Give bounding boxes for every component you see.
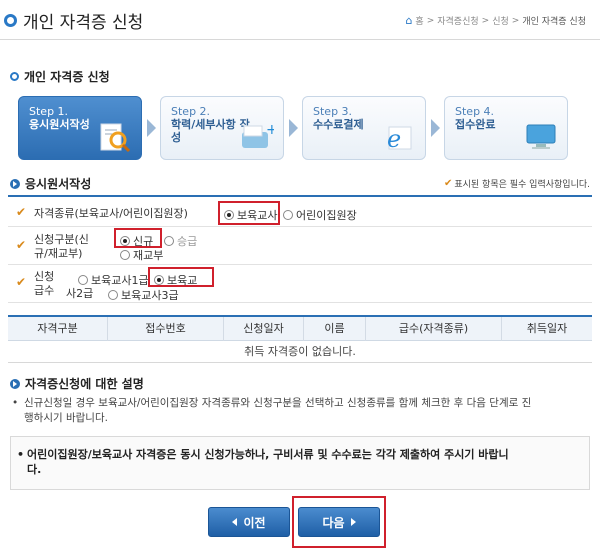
prev-button[interactable]: 이전 — [208, 507, 290, 537]
notice-box: • 어린이집원장/보육교사 자격증은 동시 신청가능하나, 구비서류 및 수수료… — [10, 436, 590, 490]
radio-icon[interactable] — [78, 275, 88, 285]
step-2: Step 2. 학력/세부사항 작성 + — [160, 96, 284, 160]
col-receipt-no: 접수번호 — [108, 317, 224, 341]
radio-apply-upgrade[interactable]: 승급 — [164, 233, 197, 249]
table-empty-message: 취득 자격증이 없습니다. — [8, 341, 592, 363]
apply-type-label: 신청구분(신 규/재교부) — [34, 233, 89, 260]
apply-grade-label: 신청 급수 — [34, 270, 55, 297]
col-name: 이름 — [304, 317, 366, 341]
header-divider — [0, 39, 600, 40]
radio-grade-2[interactable]: 보육교 — [154, 272, 197, 288]
col-acquire-date: 취득일자 — [526, 322, 568, 335]
description-text: • 신규신청일 경우 보육교사/어린이집원장 자격종류와 신청구분을 선택하고 … — [12, 397, 532, 424]
document-search-icon — [97, 121, 133, 153]
radio-cert-director[interactable]: 어린이집원장 — [283, 207, 357, 223]
breadcrumb-current: 개인 자격증 신청 — [522, 17, 586, 27]
section-title: 개인 자격증 신청 — [10, 68, 110, 85]
bullet-icon: • — [17, 448, 25, 461]
col-apply-date: 신청일자 — [224, 317, 304, 341]
step-4: Step 4. 접수완료 — [444, 96, 568, 160]
required-check-icon: ✔ — [16, 275, 27, 289]
description-title: 자격증신청에 대한 설명 — [10, 375, 144, 392]
browser-e-icon: e — [381, 121, 417, 153]
grade-2-label-wrap: 사2급 — [66, 287, 94, 300]
radio-grade-1[interactable]: 보육교사1급 — [78, 272, 149, 288]
step-1: Step 1. 응시원서작성 — [18, 96, 142, 160]
radio-icon[interactable] — [283, 210, 293, 220]
step-3: Step 3. 수수료결제 e — [302, 96, 426, 160]
check-icon: ✔ — [443, 178, 453, 189]
radio-selected-icon[interactable] — [120, 236, 130, 246]
radio-apply-reissue[interactable]: 재교부 — [120, 247, 163, 263]
section-circle-icon — [10, 72, 19, 81]
arrow-left-icon — [232, 518, 238, 526]
radio-selected-icon[interactable] — [224, 210, 234, 220]
svg-text:e: e — [387, 125, 401, 153]
radio-icon[interactable] — [120, 250, 130, 260]
title-circle-icon — [4, 14, 17, 27]
col-grade: 급수(자격종류) — [366, 317, 502, 341]
breadcrumb: ⌂ 홈 > 자격증신청 > 신청 > 개인 자격증 신청 — [405, 14, 586, 27]
cert-table-header: 자격구분 접수번호 신청일자 이름 급수(자격종류) 취득일자 — [8, 315, 592, 341]
section-bullet-icon — [10, 178, 20, 189]
row-divider — [8, 302, 592, 303]
required-check-icon: ✔ — [16, 205, 27, 219]
cert-type-label: 자격종류(보육교사/어린이집원장) — [34, 207, 188, 220]
bullet-icon: • — [12, 397, 19, 409]
row-divider — [8, 226, 592, 227]
radio-icon[interactable] — [164, 236, 174, 246]
radio-icon[interactable] — [108, 290, 118, 300]
breadcrumb-cert-apply[interactable]: 자격증신청 — [437, 14, 478, 27]
step-arrow-icon — [289, 119, 298, 137]
svg-text:+: + — [266, 122, 274, 138]
radio-selected-icon[interactable] — [154, 275, 164, 285]
edit-document-icon: + — [239, 121, 275, 153]
section-bullet-icon — [10, 378, 20, 389]
next-button[interactable]: 다음 — [298, 507, 380, 537]
form-section-title: 응시원서작성 — [10, 175, 91, 192]
breadcrumb-home[interactable]: 홈 — [415, 14, 423, 27]
breadcrumb-apply[interactable]: 신청 — [492, 14, 509, 27]
radio-grade-3[interactable]: 보육교사3급 — [108, 287, 179, 303]
arrow-right-icon — [350, 518, 356, 526]
page-title: 개인 자격증 신청 — [4, 8, 143, 33]
form-top-border — [8, 195, 592, 197]
radio-cert-teacher[interactable]: 보육교사 — [224, 207, 277, 223]
step-arrow-icon — [431, 119, 440, 137]
required-note: ✔ 표시된 항목은 필수 입력사항입니다. — [443, 178, 590, 190]
home-icon[interactable]: ⌂ — [405, 14, 412, 27]
monitor-icon — [523, 121, 559, 153]
required-check-icon: ✔ — [16, 238, 27, 252]
step-arrow-icon — [147, 119, 156, 137]
col-cert-type: 자격구분 — [8, 317, 108, 341]
row-divider — [8, 264, 592, 265]
